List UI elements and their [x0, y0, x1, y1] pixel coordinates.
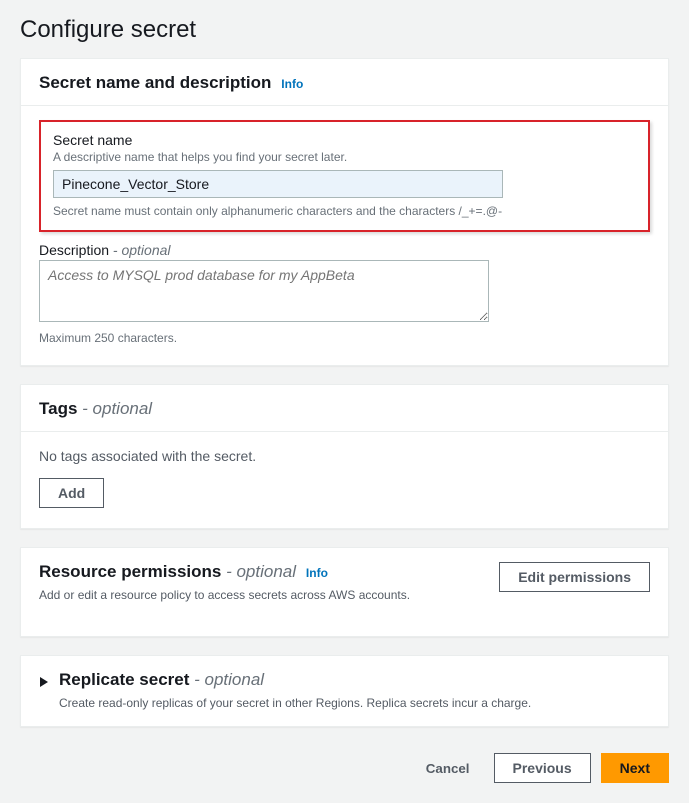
panel-header-name-desc: Secret name and description Info — [21, 59, 668, 105]
description-textarea[interactable] — [39, 260, 489, 322]
description-optional: - optional — [109, 242, 170, 258]
next-button[interactable]: Next — [601, 753, 669, 783]
section-title-tags: Tags — [39, 399, 77, 418]
description-label-text: Description — [39, 242, 109, 258]
tags-optional: - optional — [77, 399, 152, 418]
info-link-name-desc[interactable]: Info — [281, 77, 303, 91]
secret-name-hint: A descriptive name that helps you find y… — [53, 150, 636, 164]
permissions-subtext: Add or edit a resource policy to access … — [39, 588, 410, 602]
secret-name-input[interactable] — [53, 170, 503, 198]
panel-header-tags: Tags - optional — [21, 385, 668, 431]
replicate-subtext: Create read-only replicas of your secret… — [59, 696, 650, 710]
panel-name-description: Secret name and description Info Secret … — [20, 58, 669, 366]
panel-body-permissions — [21, 614, 668, 636]
page-title: Configure secret — [20, 16, 669, 44]
section-title-name-desc: Secret name and description — [39, 73, 271, 92]
add-tag-button[interactable]: Add — [39, 478, 104, 508]
previous-button[interactable]: Previous — [494, 753, 591, 783]
info-link-permissions[interactable]: Info — [306, 566, 328, 580]
description-constraint: Maximum 250 characters. — [39, 331, 650, 345]
wizard-footer: Cancel Previous Next — [20, 745, 669, 783]
panel-replicate: Replicate secret - optional Create read-… — [20, 655, 669, 727]
section-title-permissions: Resource permissions — [39, 562, 221, 581]
secret-name-constraint: Secret name must contain only alphanumer… — [53, 204, 636, 218]
panel-body-tags: No tags associated with the secret. Add — [21, 431, 668, 528]
panel-header-replicate[interactable]: Replicate secret - optional Create read-… — [21, 656, 668, 726]
panel-body-name-desc: Secret name A descriptive name that help… — [21, 105, 668, 365]
no-tags-text: No tags associated with the secret. — [39, 448, 650, 464]
cancel-button[interactable]: Cancel — [412, 755, 484, 782]
panel-resource-permissions: Resource permissions - optional Info Add… — [20, 547, 669, 637]
secret-name-highlight: Secret name A descriptive name that help… — [39, 120, 650, 232]
caret-right-icon — [39, 675, 49, 691]
permissions-optional: - optional — [221, 562, 296, 581]
panel-tags: Tags - optional No tags associated with … — [20, 384, 669, 529]
description-label: Description - optional — [39, 242, 650, 258]
section-title-replicate: Replicate secret — [59, 670, 189, 689]
secret-name-label: Secret name — [53, 132, 636, 148]
edit-permissions-button[interactable]: Edit permissions — [499, 562, 650, 592]
replicate-optional: - optional — [189, 670, 264, 689]
panel-header-permissions: Resource permissions - optional Info Add… — [21, 548, 668, 614]
